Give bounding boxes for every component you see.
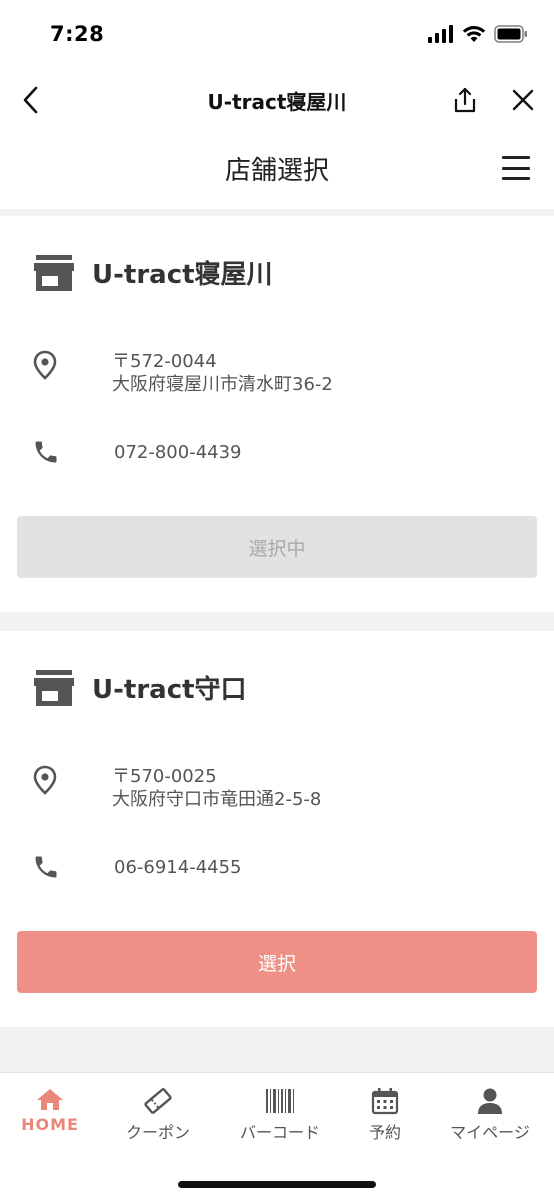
phone-number: 072-800-4439 <box>114 441 242 463</box>
store-name-row: U-tract寝屋川 <box>34 254 273 291</box>
address-line: 大阪府守口市竜田通2-5-8 <box>112 789 322 810</box>
tab-home[interactable]: HOME <box>0 1087 100 1134</box>
phone-row[interactable]: 06-6914-4455 <box>32 853 242 881</box>
store-card: U-tract守口 〒570-0025 大阪府守口市竜田通2-5-8 06-69… <box>0 631 554 1027</box>
postal-code: 〒572-0044 <box>112 351 217 372</box>
hamburger-menu-button[interactable] <box>502 156 530 180</box>
home-indicator <box>178 1181 376 1188</box>
location-pin-icon <box>33 765 57 795</box>
status-time: 7:28 <box>50 22 105 46</box>
tab-label: 予約 <box>368 1123 401 1142</box>
status-icons <box>428 25 528 43</box>
store-card: U-tract寝屋川 〒572-0044 大阪府寝屋川市清水町36-2 072-… <box>0 216 554 612</box>
tab-mypage[interactable]: マイページ <box>440 1087 540 1143</box>
store-icon <box>34 669 74 706</box>
menu-line <box>502 156 530 159</box>
location-pin-icon <box>33 350 57 380</box>
battery-icon <box>494 25 527 43</box>
address-line: 大阪府寝屋川市清水町36-2 <box>112 374 333 395</box>
menu-line <box>502 166 530 170</box>
store-name: U-tract寝屋川 <box>92 260 273 290</box>
browser-header: U-tract寝屋川 <box>0 70 554 130</box>
tab-label: マイページ <box>450 1123 530 1142</box>
phone-number: 06-6914-4455 <box>114 856 242 878</box>
postal-code: 〒570-0025 <box>112 766 217 787</box>
barcode-icon <box>266 1089 294 1113</box>
phone-icon <box>35 441 57 463</box>
store-name-row: U-tract守口 <box>34 669 247 706</box>
page-header: 店舗選択 <box>0 130 554 209</box>
store-name: U-tract守口 <box>92 675 247 705</box>
select-store-button[interactable]: 選択 <box>17 931 537 993</box>
tab-label: HOME <box>21 1115 79 1134</box>
address-row: 〒570-0025 大阪府守口市竜田通2-5-8 <box>32 765 321 811</box>
close-button[interactable] <box>508 82 538 118</box>
store-icon <box>34 254 74 291</box>
tab-reservation[interactable]: 予約 <box>335 1087 435 1143</box>
calendar-icon <box>371 1088 399 1115</box>
person-icon <box>478 1088 502 1114</box>
tab-barcode[interactable]: バーコード <box>230 1087 330 1143</box>
share-button[interactable] <box>450 82 480 118</box>
signal-icon <box>428 25 453 43</box>
address-row: 〒572-0044 大阪府寝屋川市清水町36-2 <box>32 350 333 396</box>
phone-icon <box>35 856 57 878</box>
address-text: 〒570-0025 大阪府守口市竜田通2-5-8 <box>112 765 321 811</box>
page-title: 店舗選択 <box>224 156 329 186</box>
wifi-icon <box>462 26 486 42</box>
address-text: 〒572-0044 大阪府寝屋川市清水町36-2 <box>112 350 333 396</box>
close-icon <box>512 89 534 111</box>
ticket-icon <box>144 1088 172 1114</box>
selected-store-button[interactable]: 選択中 <box>17 516 537 578</box>
phone-row[interactable]: 072-800-4439 <box>32 438 242 466</box>
share-icon <box>454 87 476 113</box>
tab-label: バーコード <box>239 1123 320 1142</box>
status-bar: 7:28 <box>0 0 554 70</box>
tab-coupon[interactable]: クーポン <box>108 1087 208 1143</box>
tab-label: クーポン <box>125 1123 190 1142</box>
home-icon <box>37 1089 63 1110</box>
menu-line <box>502 177 530 180</box>
